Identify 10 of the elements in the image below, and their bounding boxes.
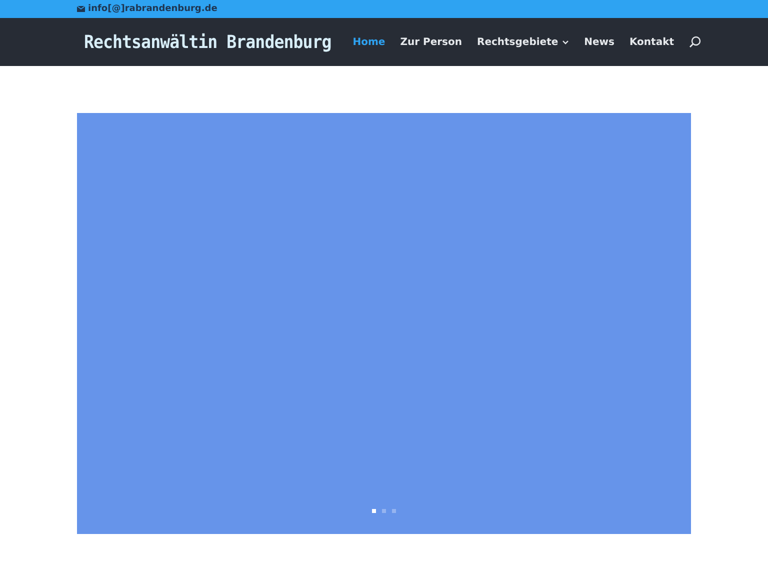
nav-link[interactable]: Rechtsgebiete: [477, 36, 570, 48]
search-icon[interactable]: [689, 36, 702, 48]
envelope-icon: [77, 6, 85, 12]
email-link[interactable]: info[@]rabrandenburg.de: [77, 4, 218, 14]
site-logo[interactable]: Rechtsanwältin Brandenburg: [84, 32, 332, 52]
chevron-down-icon: [562, 40, 570, 44]
nav-link[interactable]: News: [584, 36, 614, 48]
nav-link[interactable]: Home: [352, 36, 386, 48]
nav-link[interactable]: Kontakt: [629, 36, 674, 48]
nav-link[interactable]: Zur Person: [400, 36, 462, 48]
